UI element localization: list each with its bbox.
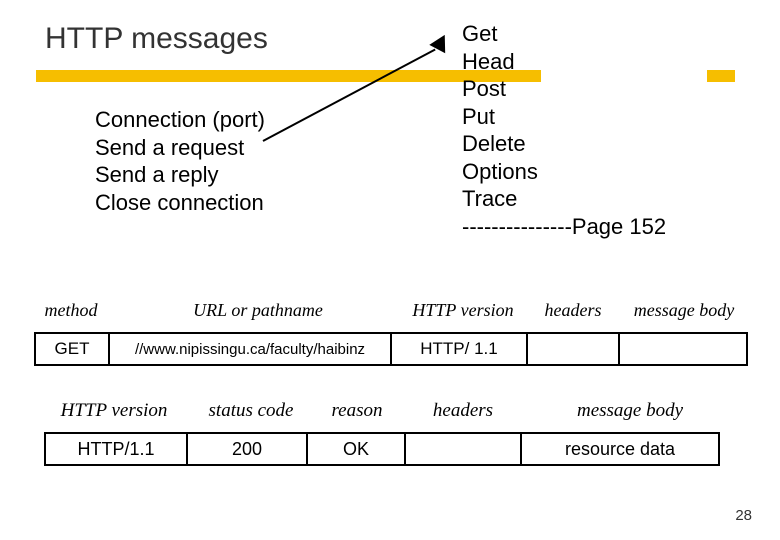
list-item: Get <box>462 20 666 48</box>
list-item: Send a request <box>95 134 265 162</box>
connection-steps-list: Connection (port) Send a request Send a … <box>95 106 265 216</box>
list-item: Head <box>462 48 666 76</box>
list-item: Connection (port) <box>95 106 265 134</box>
resp-cell-body: resource data <box>520 432 720 466</box>
req-cell-url: //www.nipissingu.ca/faculty/haibinz <box>108 332 392 366</box>
resp-cell-status: 200 <box>186 432 308 466</box>
req-cell-headers <box>526 332 620 366</box>
resp-header-version: HTTP version <box>44 400 184 422</box>
list-item: Trace <box>462 185 666 213</box>
slide-title: HTTP messages <box>45 22 268 56</box>
list-item: Close connection <box>95 189 265 217</box>
resp-header-body: message body <box>540 400 720 422</box>
list-item: Put <box>462 103 666 131</box>
req-cell-method: GET <box>34 332 110 366</box>
resp-header-status: status code <box>196 400 306 422</box>
list-item: ---------------Page 152 <box>462 213 666 241</box>
list-item: Delete <box>462 130 666 158</box>
resp-header-headers: headers <box>408 400 518 422</box>
http-methods-list: Get Head Post Put Delete Options Trace -… <box>462 20 666 240</box>
req-header-headers: headers <box>528 300 618 321</box>
list-item: Options <box>462 158 666 186</box>
req-cell-body <box>618 332 748 366</box>
accent-chip <box>707 70 735 82</box>
resp-cell-reason: OK <box>306 432 406 466</box>
req-cell-version: HTTP/ 1.1 <box>390 332 528 366</box>
list-item: Post <box>462 75 666 103</box>
page-number: 28 <box>735 507 752 524</box>
list-item: Send a reply <box>95 161 265 189</box>
req-header-url: URL or pathname <box>118 300 398 321</box>
arrow-line <box>263 49 436 142</box>
req-header-method: method <box>34 300 108 321</box>
req-header-version: HTTP version <box>400 300 526 321</box>
req-header-body: message body <box>620 300 748 321</box>
resp-header-reason: reason <box>310 400 404 422</box>
resp-cell-version: HTTP/1.1 <box>44 432 188 466</box>
resp-cell-headers <box>404 432 522 466</box>
